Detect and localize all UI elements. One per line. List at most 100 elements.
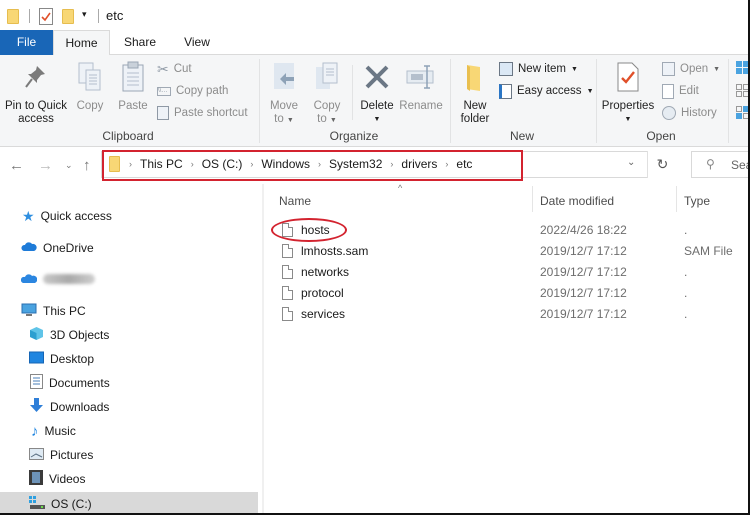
edit-button[interactable]: Edit bbox=[662, 82, 699, 100]
chevron-down-icon: ▼ bbox=[586, 87, 594, 95]
chevron-right-icon[interactable]: › bbox=[314, 159, 325, 169]
folder-icon bbox=[109, 156, 120, 172]
file-row-lmhosts-sam[interactable]: lmhosts.sam bbox=[282, 240, 368, 261]
chevron-right-icon[interactable]: › bbox=[187, 159, 198, 169]
cloud-icon bbox=[20, 272, 38, 287]
recent-locations-chevron-icon[interactable]: ⌄ bbox=[65, 160, 73, 171]
file-row-services[interactable]: services bbox=[282, 303, 345, 324]
breadcrumb-item[interactable]: Windows bbox=[257, 157, 314, 171]
separator bbox=[98, 9, 99, 23]
forward-arrow-icon[interactable]: → bbox=[38, 157, 53, 174]
scissors-icon: ✂ bbox=[157, 60, 169, 77]
star-icon: ★ bbox=[22, 207, 35, 224]
hosts-highlight-ellipse bbox=[271, 218, 347, 242]
cube-icon bbox=[29, 326, 44, 344]
cut-button[interactable]: ✂ Cut bbox=[157, 60, 192, 78]
delete-button[interactable]: Delete ▼ bbox=[358, 59, 396, 126]
chevron-right-icon[interactable]: › bbox=[386, 159, 397, 169]
new-folder-qa-button[interactable] bbox=[62, 7, 74, 25]
pin-to-quick-access-button[interactable]: Pin to Quick access bbox=[2, 59, 70, 126]
copy-to-button[interactable]: Copy to ▼ bbox=[310, 59, 344, 127]
new-item-button[interactable]: New item ▼ bbox=[499, 60, 578, 78]
paste-shortcut-button[interactable]: Paste shortcut bbox=[157, 104, 248, 122]
chevron-down-icon: ▼ bbox=[624, 116, 632, 123]
refresh-button[interactable]: ↻ bbox=[647, 151, 677, 178]
sidebar-item-onedrive[interactable]: OneDrive bbox=[0, 237, 258, 259]
sidebar-item-quick-access[interactable]: ★ Quick access bbox=[0, 205, 258, 227]
breadcrumb-item[interactable]: System32 bbox=[325, 157, 386, 171]
tab-view[interactable]: View bbox=[173, 30, 221, 55]
sidebar-item-pictures[interactable]: Pictures bbox=[0, 444, 258, 466]
properties-qa-button[interactable] bbox=[39, 7, 53, 25]
new-item-icon bbox=[499, 62, 513, 76]
file-row-protocol[interactable]: protocol bbox=[282, 282, 344, 303]
move-to-icon bbox=[266, 59, 302, 95]
chevron-down-icon: ▼ bbox=[373, 116, 381, 123]
tab-share[interactable]: Share bbox=[114, 30, 166, 55]
move-to-button[interactable]: Move to ▼ bbox=[266, 59, 302, 127]
chevron-right-icon[interactable]: › bbox=[125, 159, 136, 169]
properties-button[interactable]: Properties ▼ bbox=[600, 59, 656, 126]
column-header-name[interactable]: Name bbox=[279, 194, 311, 208]
chevron-right-icon[interactable]: › bbox=[246, 159, 257, 169]
copy-to-icon bbox=[310, 59, 344, 95]
copy-path-button[interactable]: \\… Copy path bbox=[157, 82, 228, 100]
sidebar-item-videos[interactable]: Videos bbox=[0, 468, 258, 490]
file-date: 2019/12/7 17:12 bbox=[540, 307, 627, 321]
column-divider[interactable] bbox=[532, 186, 533, 212]
sidebar-item-os-c[interactable]: OS (C:) bbox=[0, 492, 258, 515]
paste-button[interactable]: Paste bbox=[116, 59, 150, 113]
file-type: . bbox=[684, 286, 688, 300]
invert-selection-icon[interactable] bbox=[736, 106, 750, 123]
group-divider bbox=[728, 59, 729, 143]
file-type: . bbox=[684, 265, 688, 279]
navigation-pane: ★ Quick access OneDrive This PC 3D Objec… bbox=[0, 184, 258, 515]
column-divider[interactable] bbox=[676, 186, 677, 212]
group-divider bbox=[596, 59, 597, 143]
easy-access-button[interactable]: Easy access ▼ bbox=[499, 82, 594, 100]
sidebar-item-onedrive-account[interactable] bbox=[0, 268, 258, 290]
breadcrumb-item[interactable]: This PC bbox=[136, 157, 187, 171]
drive-icon bbox=[29, 495, 45, 512]
back-arrow-icon[interactable]: ← bbox=[9, 157, 24, 174]
new-folder-button[interactable]: New folder bbox=[456, 59, 494, 126]
customize-qa-dropdown[interactable]: ▾ bbox=[82, 9, 87, 20]
file-date: 2019/12/7 17:12 bbox=[540, 265, 627, 279]
file-row-networks[interactable]: networks bbox=[282, 261, 349, 282]
history-button[interactable]: History bbox=[662, 104, 717, 122]
copy-button[interactable]: Copy bbox=[74, 59, 106, 113]
file-icon bbox=[282, 264, 293, 279]
sidebar-item-documents[interactable]: Documents bbox=[0, 372, 258, 394]
tab-home[interactable]: Home bbox=[53, 30, 110, 56]
group-divider bbox=[259, 59, 260, 143]
tab-file[interactable]: File bbox=[0, 30, 53, 55]
file-icon bbox=[282, 306, 293, 321]
select-all-icon[interactable] bbox=[736, 61, 750, 78]
blurred-account-name bbox=[43, 274, 95, 284]
group-label-new: New bbox=[509, 129, 534, 143]
folder-icon bbox=[456, 59, 494, 95]
sidebar-item-desktop[interactable]: Desktop bbox=[0, 348, 258, 370]
address-history-dropdown[interactable]: ⌄ bbox=[627, 157, 635, 168]
paste-shortcut-icon bbox=[157, 106, 169, 120]
breadcrumb-item[interactable]: etc bbox=[452, 157, 476, 171]
history-icon bbox=[662, 106, 676, 120]
up-arrow-icon[interactable]: ↑ bbox=[83, 157, 91, 174]
sort-ascending-icon: ^ bbox=[398, 183, 403, 193]
rename-button[interactable]: Rename bbox=[398, 59, 444, 113]
sidebar-item-music[interactable]: ♪ Music bbox=[0, 420, 258, 442]
column-header-type[interactable]: Type bbox=[684, 194, 710, 208]
breadcrumb-item[interactable]: OS (C:) bbox=[198, 157, 247, 171]
search-placeholder: Sea bbox=[731, 158, 750, 172]
sidebar-item-this-pc[interactable]: This PC bbox=[0, 300, 258, 322]
open-button[interactable]: Open ▼ bbox=[662, 60, 720, 78]
sidebar-item-downloads[interactable]: Downloads bbox=[0, 396, 258, 418]
clipboard-icon bbox=[116, 59, 150, 95]
select-none-icon[interactable] bbox=[736, 84, 750, 101]
chevron-right-icon[interactable]: › bbox=[441, 159, 452, 169]
title-bar: ▾ etc bbox=[0, 0, 750, 30]
search-icon: ⚲ bbox=[706, 157, 715, 171]
sidebar-item-3d-objects[interactable]: 3D Objects bbox=[0, 324, 258, 346]
column-header-date-modified[interactable]: Date modified bbox=[540, 194, 614, 208]
breadcrumb-item[interactable]: drivers bbox=[397, 157, 441, 171]
